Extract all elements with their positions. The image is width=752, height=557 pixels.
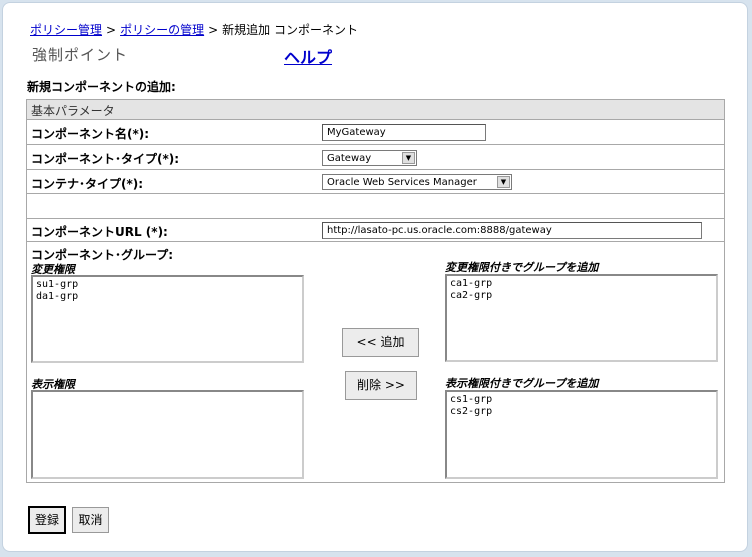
component-type-label: コンポーネント･タイプ(*): [31,152,180,166]
view-permission-listbox[interactable] [31,390,304,479]
panel-header: 基本パラメータ [27,100,724,120]
section-title: 新規コンポーネントの追加: [27,80,176,94]
list-item[interactable]: su1-grp [36,279,299,291]
component-name-row: コンポーネント名(*): MyGateway [27,120,724,145]
dropdown-arrow-icon[interactable]: ▼ [402,152,415,164]
list-item[interactable]: cs2-grp [450,406,713,418]
add-group-button[interactable]: << 追加 [342,328,419,357]
cancel-button[interactable]: 取消 [72,507,109,533]
component-type-row: コンポーネント･タイプ(*): Gateway ▼ [27,145,724,170]
breadcrumb-link-policy-manage[interactable]: ポリシーの管理 [120,23,204,37]
breadcrumb-separator: > [106,23,117,37]
list-item[interactable]: ca2-grp [450,290,713,302]
dropdown-arrow-icon[interactable]: ▼ [497,176,510,188]
component-name-label: コンポーネント名(*): [31,127,150,141]
basic-parameters-panel: 基本パラメータ コンポーネント名(*): MyGateway コンポーネント･タ… [26,99,725,483]
page-title: 強制ポイント [32,46,129,64]
list-item[interactable]: cs1-grp [450,394,713,406]
container-type-value: Oracle Web Services Manager [327,177,477,188]
modify-permission-listbox[interactable]: su1-grp da1-grp [31,275,304,363]
register-button[interactable]: 登録 [28,506,66,534]
breadcrumb-current: 新規追加 コンポーネント [222,23,358,37]
breadcrumb-link-policy-admin[interactable]: ポリシー管理 [30,23,102,37]
blank-row [27,194,724,219]
list-item[interactable]: da1-grp [36,291,299,303]
component-url-row: コンポーネントURL (*): http://lasato-pc.us.orac… [27,219,724,242]
modify-assigned-listbox[interactable]: ca1-grp ca2-grp [445,274,718,362]
breadcrumb: ポリシー管理 > ポリシーの管理 > 新規追加 コンポーネント [30,21,358,38]
container-type-label: コンテナ･タイプ(*): [31,177,144,191]
component-type-value: Gateway [327,153,372,164]
help-link[interactable]: ヘルプ [284,44,332,68]
list-item[interactable]: ca1-grp [450,278,713,290]
container-type-select[interactable]: Oracle Web Services Manager ▼ [322,174,512,190]
component-name-input[interactable]: MyGateway [322,124,486,141]
remove-group-button[interactable]: 削除 >> [345,371,417,400]
modify-assigned-caption: 変更権限付きでグループを追加 [445,261,599,274]
component-type-select[interactable]: Gateway ▼ [322,150,417,166]
component-url-label: コンポーネントURL (*): [31,225,168,239]
breadcrumb-separator: > [208,23,219,37]
view-assigned-caption: 表示権限付きでグループを追加 [445,377,599,390]
component-url-input[interactable]: http://lasato-pc.us.oracle.com:8888/gate… [322,222,702,239]
container-type-row: コンテナ･タイプ(*): Oracle Web Services Manager… [27,170,724,194]
view-assigned-listbox[interactable]: cs1-grp cs2-grp [445,390,718,479]
